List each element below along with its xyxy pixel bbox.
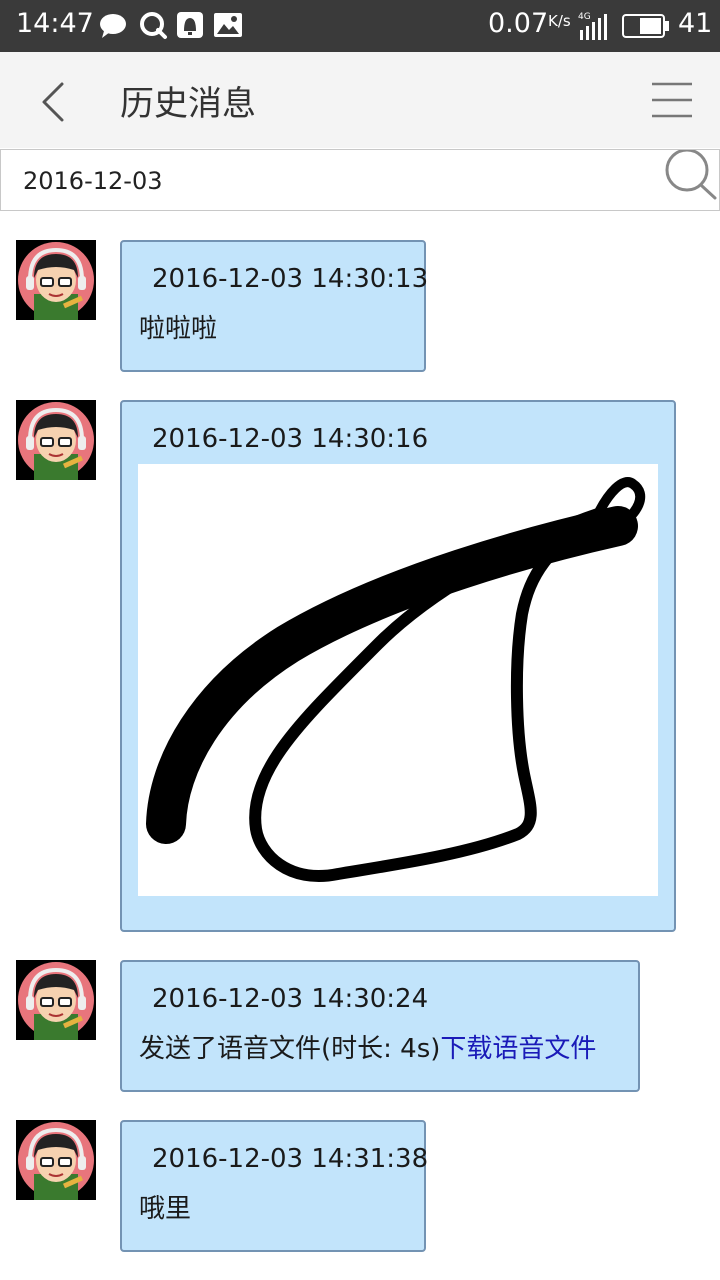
message-time: 2016-12-03 14:31:38 [152,1144,429,1174]
signal-icon: 4G [578,10,614,42]
avatar[interactable] [16,1120,96,1200]
search-icon [661,150,719,208]
message-text: 哦里 [139,1194,192,1224]
voice-message: 发送了语音文件(时长: 4s)下载语音文件 [139,1028,596,1065]
svg-text:4G: 4G [578,12,591,22]
battery-level: 41 [678,8,713,39]
voice-message-text: 发送了语音文件(时长: 4s) [139,1034,441,1064]
avatar[interactable] [16,400,96,480]
message-icon [98,10,128,40]
status-bar: 14:47 0.07 K/s 4G 41 [0,0,720,52]
message-time: 2016-12-03 14:30:16 [152,424,429,454]
search-button[interactable] [661,150,719,204]
message-image[interactable] [138,464,658,896]
search-bar [0,149,720,211]
notification-icon [175,10,205,40]
gallery-icon [213,10,243,40]
avatar[interactable] [16,960,96,1040]
battery-icon [622,13,670,39]
menu-button[interactable] [648,80,696,120]
status-time: 14:47 [16,8,94,39]
message-time: 2016-12-03 14:30:13 [152,264,429,294]
speed-unit: K/s [548,12,571,30]
message-time: 2016-12-03 14:30:24 [152,984,429,1014]
network-speed: 0.07 [488,8,549,39]
qq-icon [138,10,168,40]
message-bubble[interactable]: 2016-12-03 14:30:13 啦啦啦 [120,240,429,372]
back-button[interactable] [28,74,78,126]
chevron-left-icon [28,82,78,130]
message-bubble[interactable]: 2016-12-03 14:30:24 发送了语音文件(时长: 4s)下载语音文… [120,960,640,1092]
page-title: 历史消息 [120,84,256,124]
message-bubble[interactable]: 2016-12-03 14:31:38 哦里 [120,1120,429,1252]
message-text: 啦啦啦 [139,314,218,344]
search-input[interactable] [21,158,645,204]
download-voice-link[interactable]: 下载语音文件 [440,1034,596,1064]
hamburger-menu-icon [648,82,696,124]
avatar[interactable] [16,240,96,320]
app-header: 历史消息 [0,52,720,148]
message-bubble[interactable]: 2016-12-03 14:30:16 [120,400,676,932]
